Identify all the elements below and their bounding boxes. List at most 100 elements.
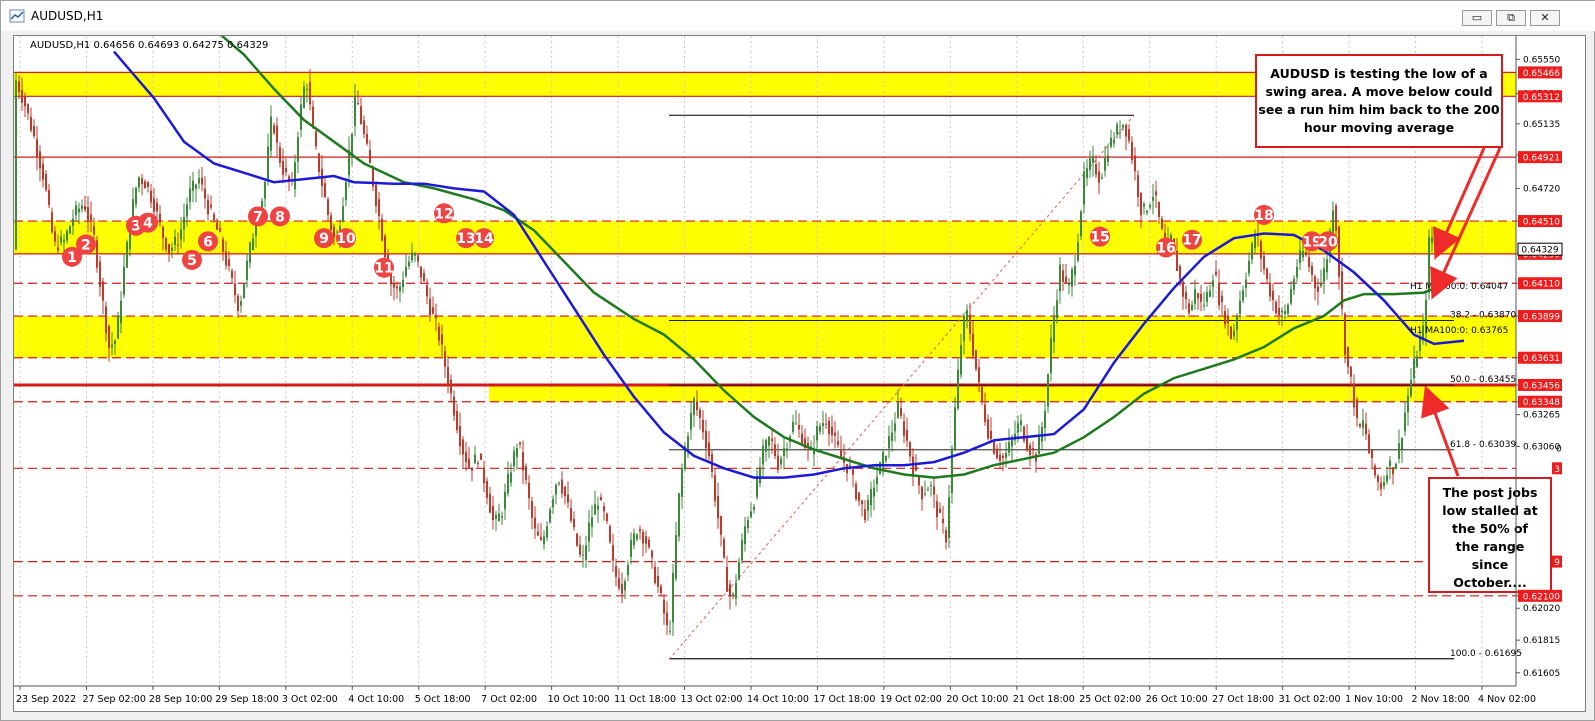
candle-body: [732, 593, 734, 595]
fib-level-label: 38.2 - 0.63870: [1450, 311, 1516, 321]
swing-marker-4: 4: [138, 212, 158, 233]
candle-body: [1431, 237, 1433, 243]
candle-body: [1215, 271, 1217, 276]
candle-body: [138, 177, 140, 188]
candle-body: [654, 566, 656, 584]
candle-body: [1062, 270, 1064, 282]
candle-body: [375, 184, 377, 207]
candle-body: [462, 439, 464, 455]
time-tick-label: 14 Oct 10:00: [747, 694, 809, 705]
candle-body: [1227, 315, 1229, 324]
price-chart-canvas[interactable]: 38.2 - 0.63870 50.0 - 0.63455 61.8 - 0.630…: [14, 19, 1585, 711]
candle-body: [1401, 438, 1403, 450]
candle-body: [867, 499, 869, 511]
candle-body: [1416, 356, 1418, 368]
time-tick-label: 29 Sep 18:00: [215, 694, 278, 705]
candle-body: [612, 545, 614, 561]
candle-body: [1128, 129, 1130, 141]
candle-body: [315, 131, 317, 147]
candle-body: [1296, 267, 1298, 278]
candle-body: [573, 518, 575, 528]
time-tick-label: 27 Sep 02:00: [82, 694, 145, 705]
candle-body: [1398, 443, 1400, 459]
swing-marker-2: 2: [76, 234, 96, 255]
candle-body: [519, 442, 521, 445]
candle-body: [435, 314, 437, 319]
candle-body: [1323, 268, 1325, 282]
candle-body: [768, 436, 770, 446]
candle-body: [249, 242, 251, 263]
price-chart[interactable]: 38.2 - 0.63870 50.0 - 0.63455 61.8 - 0.630…: [13, 19, 1586, 712]
candle-body: [957, 369, 959, 409]
close-button[interactable]: ✕: [1530, 10, 1560, 26]
time-tick-label: 1 Nov 10:00: [1345, 694, 1403, 705]
chart-window: AUDUSD,H1 ▭ ⧉ ✕ 38.2 - 0.63870 50.0 - 0.6…: [0, 0, 1595, 721]
candle-body: [639, 529, 641, 532]
candle-body: [1137, 175, 1139, 198]
price-tick-label: 0.65135: [1523, 120, 1560, 130]
candle-body: [642, 532, 644, 544]
candle-body: [750, 511, 752, 517]
candle-body: [1101, 177, 1103, 179]
candle-body: [1311, 266, 1313, 276]
candle-body: [318, 153, 320, 172]
candle-body: [60, 236, 62, 243]
swing-marker-10: 10: [336, 228, 356, 249]
minimize-button[interactable]: ▭: [1462, 10, 1492, 26]
current-price-label: 0.64329: [1521, 246, 1558, 256]
candle-body: [1071, 269, 1073, 287]
candle-body: [1047, 374, 1049, 407]
candle-body: [1032, 448, 1034, 450]
candle-body: [144, 181, 146, 189]
candle-body: [393, 283, 395, 288]
candle-body: [456, 411, 458, 431]
candle-body: [279, 147, 281, 163]
candle-body: [384, 235, 386, 258]
restore-button[interactable]: ⧉: [1496, 10, 1526, 26]
price-tick-label: 0.63060: [1523, 443, 1560, 453]
swing-marker-label: 12: [434, 206, 453, 222]
candle-body: [48, 190, 50, 205]
candle-body: [537, 531, 539, 536]
candle-body: [618, 578, 620, 589]
candle-body: [993, 440, 995, 454]
candle-body: [681, 468, 683, 497]
candle-body: [438, 326, 440, 341]
candle-body: [15, 80, 17, 250]
candle-body: [996, 448, 998, 459]
candle-body: [591, 517, 593, 528]
candle-body: [63, 239, 65, 243]
time-tick-label: 2 Nov 18:00: [1412, 694, 1470, 705]
candle-body: [888, 436, 890, 449]
swing-marker-label: 9: [319, 231, 329, 247]
price-tick-label: 0.62020: [1523, 604, 1560, 614]
candle-body: [1185, 292, 1187, 300]
candle-body: [981, 387, 983, 402]
candle-body: [1146, 210, 1148, 213]
swing-marker-label: 11: [374, 261, 393, 277]
candle-body: [1389, 460, 1391, 467]
candle-body: [894, 423, 896, 432]
candle-body: [1407, 395, 1409, 413]
candle-body: [729, 584, 731, 597]
candle-body: [363, 120, 365, 134]
candle-body: [147, 182, 149, 187]
candle-body: [66, 230, 68, 241]
candle-body: [627, 564, 629, 576]
price-level-tag-label: 3: [1554, 465, 1560, 475]
candle-body: [225, 251, 227, 266]
candle-body: [825, 423, 827, 425]
annotation-bottom-line: the 50% of: [1452, 521, 1529, 536]
candle-body: [459, 426, 461, 447]
candle-body: [663, 599, 665, 614]
candle-body: [1236, 316, 1238, 330]
candle-body: [198, 178, 200, 184]
candle-body: [657, 576, 659, 587]
candle-body: [345, 182, 347, 201]
candle-body: [1368, 434, 1370, 454]
candle-body: [759, 467, 761, 484]
candle-body: [660, 586, 662, 594]
time-tick-label: 11 Oct 18:00: [614, 694, 676, 705]
candle-body: [426, 284, 428, 297]
candle-body: [816, 426, 818, 441]
